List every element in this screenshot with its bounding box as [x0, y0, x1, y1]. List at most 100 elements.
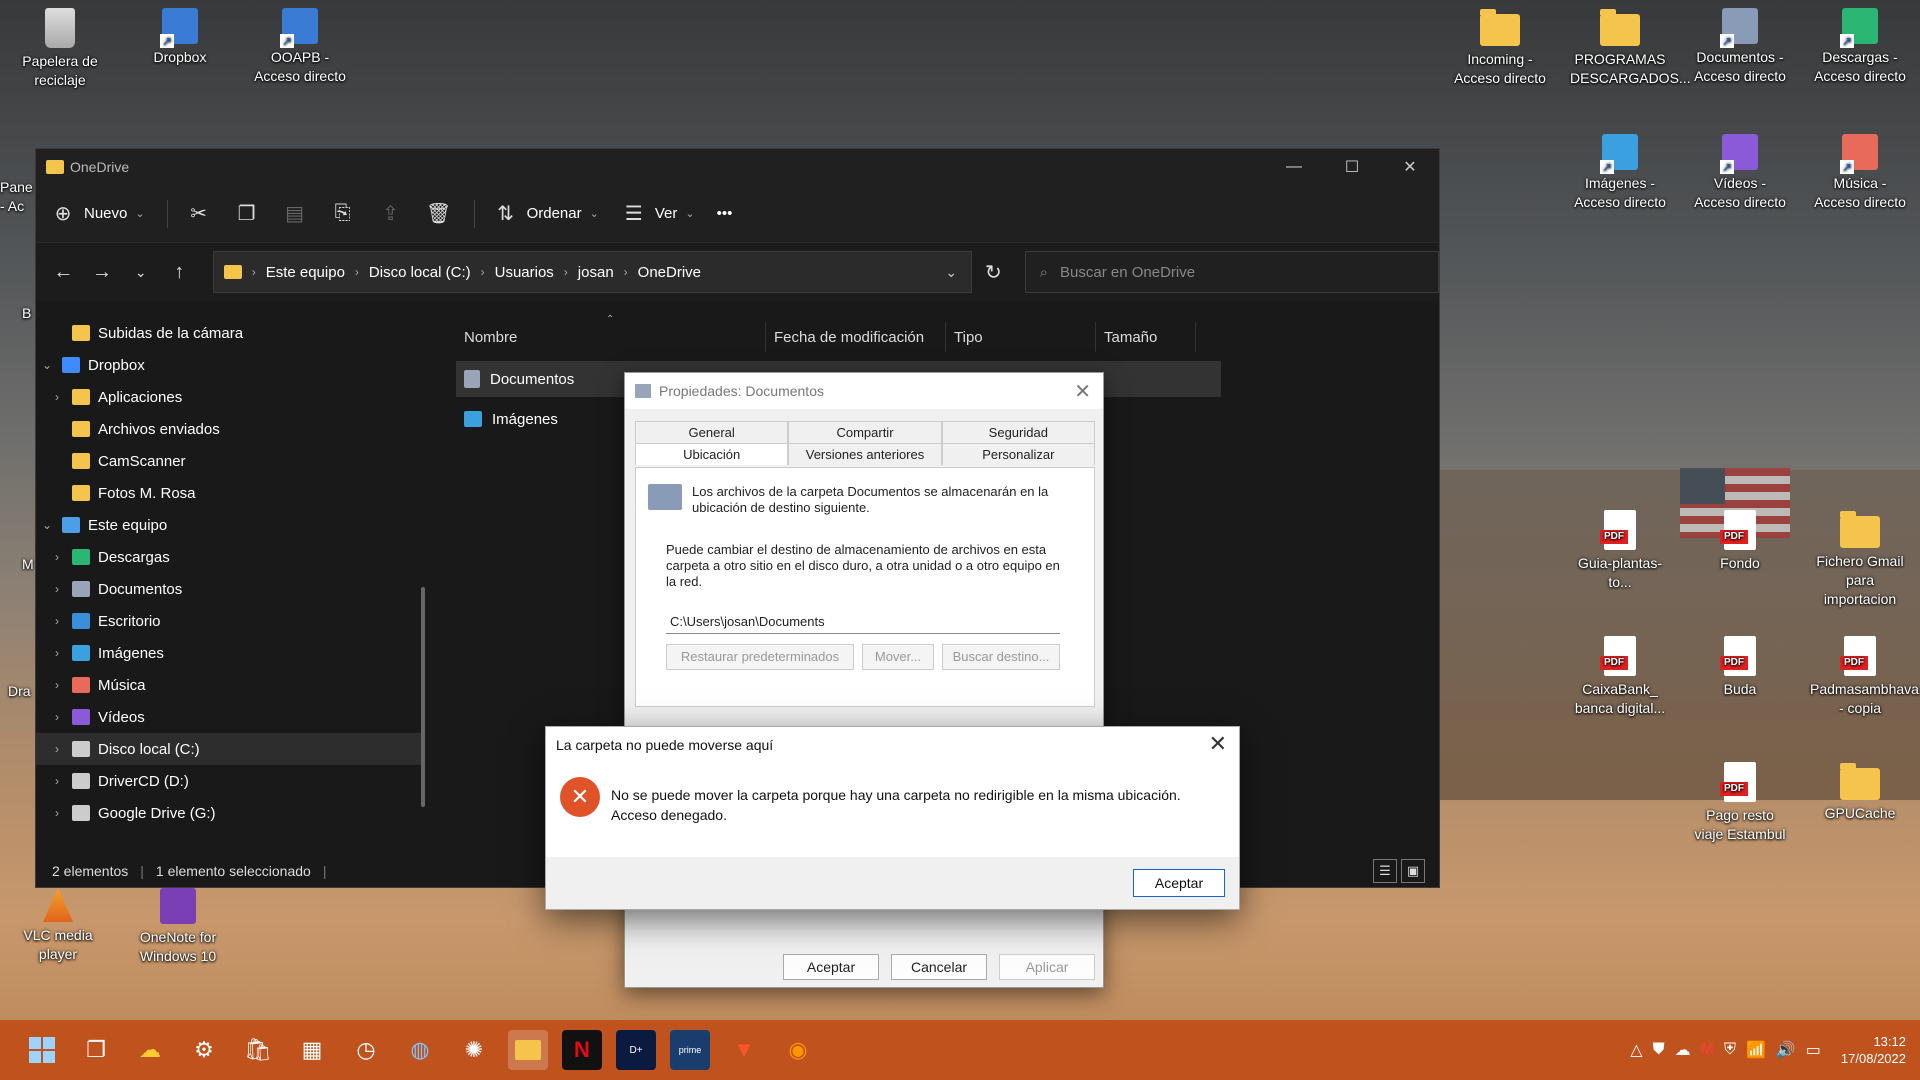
view-button[interactable]: ☰ Ver ⌄	[621, 197, 695, 231]
delete-button[interactable]: 🗑	[426, 197, 452, 231]
gmail-tray-icon[interactable]: M	[1701, 1041, 1714, 1059]
column-header-date[interactable]: Fecha de modificación	[766, 322, 946, 352]
sidebar-item[interactable]: › Google Drive (G:)	[36, 797, 421, 829]
explorer-titlebar[interactable]: OneDrive — ☐ ✕	[36, 149, 1439, 185]
tab-customize[interactable]: Personalizar	[941, 443, 1095, 465]
breadcrumb-item[interactable]: Este equipo	[266, 264, 345, 281]
desktop-icon-musica[interactable]: Música - Acceso directo	[1810, 134, 1910, 212]
error-dialog[interactable]: La carpeta no puede moverse aquí ✕ ✕ No …	[545, 726, 1240, 910]
location-path-field[interactable]: C:\Users\josan\Documents	[666, 610, 1060, 634]
tiles-view-button[interactable]: ▣	[1401, 859, 1425, 883]
desktop-icon-vlc[interactable]: VLC media player	[8, 888, 108, 964]
store-app-button[interactable]: 🛍	[238, 1030, 278, 1070]
properties-cancel-button[interactable]: Cancelar	[891, 954, 987, 980]
chevron-icon[interactable]: ⌄	[40, 358, 54, 372]
file-explorer-taskbar-button[interactable]	[508, 1030, 548, 1070]
battery-icon[interactable]: ▭	[1806, 1040, 1821, 1060]
netflix-app-button[interactable]: N	[562, 1030, 602, 1070]
column-header-size[interactable]: Tamaño	[1096, 322, 1196, 352]
clock-app-button[interactable]: ◷	[346, 1030, 386, 1070]
disney-app-button[interactable]: D+	[616, 1030, 656, 1070]
task-view-button[interactable]: ❐	[76, 1030, 116, 1070]
chevron-icon[interactable]: ›	[50, 806, 64, 820]
weather-button[interactable]: ☁	[130, 1030, 170, 1070]
close-icon[interactable]: ✕	[1074, 379, 1091, 404]
calculator-app-button[interactable]: ▦	[292, 1030, 332, 1070]
share-button[interactable]: ⇪	[378, 197, 404, 231]
chevron-icon[interactable]: ›	[50, 742, 64, 756]
breadcrumb-item[interactable]: Disco local (C:)	[369, 264, 471, 281]
find-target-button[interactable]: Buscar destino...	[942, 644, 1060, 670]
sidebar-item[interactable]: ⌄ Dropbox	[36, 349, 421, 381]
desktop-icon-recycle-bin[interactable]: Papelera de reciclaje	[10, 8, 110, 90]
wifi-icon[interactable]: 📶	[1746, 1040, 1766, 1060]
desktop-icon-buda[interactable]: PDF Buda	[1690, 636, 1790, 699]
tab-previous-versions[interactable]: Versiones anteriores	[788, 443, 942, 465]
sidebar-item[interactable]: › Documentos	[36, 573, 421, 605]
properties-titlebar[interactable]: Propiedades: Documentos	[625, 373, 1103, 409]
sidebar-item[interactable]: › Vídeos	[36, 701, 421, 733]
desktop-icon-partial-m[interactable]: M	[22, 555, 34, 574]
desktop-icon-dropbox[interactable]: Dropbox	[130, 8, 230, 67]
back-button[interactable]: ←	[44, 261, 83, 284]
properties-ok-button[interactable]: Aceptar	[783, 954, 879, 980]
sidebar-item[interactable]: › Escritorio	[36, 605, 421, 637]
cut-button[interactable]: ✂	[186, 197, 212, 231]
new-button[interactable]: ⊕ Nuevo ⌄	[50, 197, 145, 231]
desktop-icon-partial-dra[interactable]: Dra	[8, 682, 36, 701]
maximize-button[interactable]: ☐	[1323, 149, 1381, 185]
copy-button[interactable]: ❐	[234, 197, 260, 231]
desktop-icon-padmasambhava[interactable]: PDF Padmasambhava - copia	[1810, 636, 1919, 718]
chevron-icon[interactable]: ›	[50, 550, 64, 564]
desktop-icon-partial-b[interactable]: B	[22, 304, 34, 323]
cloud-tray-icon[interactable]: ☁	[1675, 1040, 1691, 1060]
desktop-icon-gpucache[interactable]: GPUCache	[1810, 762, 1910, 823]
tab-security[interactable]: Seguridad	[941, 421, 1095, 443]
error-ok-button[interactable]: Aceptar	[1133, 869, 1225, 897]
chevron-icon[interactable]: ⌄	[40, 518, 54, 532]
volume-icon[interactable]: 🔊	[1776, 1040, 1796, 1060]
sidebar-item[interactable]: › Música	[36, 669, 421, 701]
properties-apply-button[interactable]: Aplicar	[999, 954, 1095, 980]
sort-button[interactable]: ⇅ Ordenar ⌄	[493, 197, 599, 231]
breadcrumb-item[interactable]: OneDrive	[638, 264, 701, 281]
sidebar-item[interactable]: ⌄ Este equipo	[36, 509, 421, 541]
sidebar-item[interactable]: › Imágenes	[36, 637, 421, 669]
desktop-icon-partial-panel[interactable]: Pane - Ac	[0, 178, 33, 216]
prime-video-app-button[interactable]: prime	[670, 1030, 710, 1070]
shield-tray-icon[interactable]: ⛊	[1653, 1041, 1665, 1059]
refresh-button[interactable]: ↻	[972, 260, 1015, 285]
desktop-icon-ooapb[interactable]: OOAPB - Acceso directo	[250, 8, 350, 86]
breadcrumb-item[interactable]: Usuarios	[495, 264, 554, 281]
address-bar[interactable]: › Este equipo › Disco local (C:) › Usuar…	[212, 251, 973, 293]
paste-button[interactable]: ▤	[282, 197, 308, 231]
close-icon[interactable]: ✕	[1209, 731, 1227, 757]
breadcrumb-item[interactable]: josan	[578, 264, 614, 281]
globe-app-button[interactable]: ◍	[400, 1030, 440, 1070]
desktop-icon-videos[interactable]: Vídeos - Acceso directo	[1690, 134, 1790, 212]
sidebar-item[interactable]: › Descargas	[36, 541, 421, 573]
sidebar-item[interactable]: Archivos enviados	[36, 413, 421, 445]
column-header-type[interactable]: Tipo	[946, 322, 1096, 352]
sidebar-item[interactable]: › Aplicaciones	[36, 381, 421, 413]
forward-button[interactable]: →	[83, 261, 122, 284]
desktop-icon-pago-estambul[interactable]: PDF Pago resto viaje Estambul	[1690, 762, 1790, 844]
photos-app-button[interactable]: ✺	[454, 1030, 494, 1070]
desktop-icon-programas[interactable]: PROGRAMAS DESCARGADOS...	[1570, 8, 1691, 88]
desktop-icon-guia[interactable]: PDF Guia-plantas-to...	[1570, 510, 1670, 592]
desktop-icon-fondo[interactable]: PDF Fondo	[1690, 510, 1790, 573]
clock[interactable]: 13:12 17/08/2022	[1841, 1033, 1906, 1067]
sidebar-item[interactable]: › DriverCD (D:)	[36, 765, 421, 797]
close-button[interactable]: ✕	[1381, 149, 1439, 185]
security-tray-icon[interactable]: ⛨	[1724, 1041, 1736, 1059]
chevron-icon[interactable]: ›	[50, 678, 64, 692]
tab-share[interactable]: Compartir	[788, 421, 942, 443]
search-box[interactable]: ⌕ Buscar en OneDrive	[1024, 251, 1439, 293]
desktop-icon-caixabank[interactable]: PDF CaixaBank_ banca digital...	[1570, 636, 1670, 718]
chevron-icon[interactable]: ›	[50, 646, 64, 660]
desktop-icon-descargas[interactable]: Descargas - Acceso directo	[1810, 8, 1910, 86]
sidebar-item[interactable]: CamScanner	[36, 445, 421, 477]
restore-defaults-button[interactable]: Restaurar predeterminados	[666, 644, 854, 670]
up-button[interactable]: ↑	[160, 261, 199, 284]
desktop-icon-onenote[interactable]: OneNote for Windows 10	[128, 888, 228, 966]
